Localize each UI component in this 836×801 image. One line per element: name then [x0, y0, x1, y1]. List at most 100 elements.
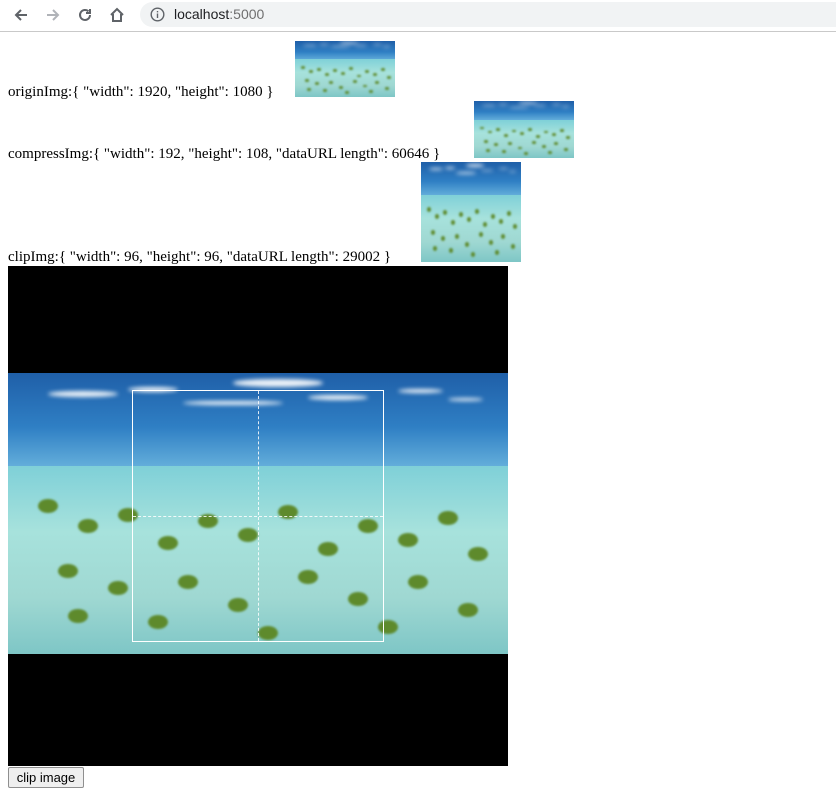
cloud — [330, 46, 350, 48]
forward-arrow-icon — [47, 9, 60, 21]
cloud — [466, 164, 484, 167]
mangrove-sprout — [495, 250, 499, 255]
sky — [474, 101, 574, 121]
mangrove-sprout — [564, 147, 568, 151]
mangrove-sprout — [479, 232, 483, 237]
back-arrow-icon — [14, 9, 27, 21]
home-button[interactable] — [104, 4, 130, 26]
mangrove-sprout — [507, 211, 511, 216]
url-text: localhost:5000 — [174, 6, 264, 22]
mangrove-sprout — [353, 80, 357, 83]
mangrove-sprout — [455, 234, 459, 239]
mangrove-sprout — [536, 135, 540, 139]
clip-img-thumbnail — [421, 162, 521, 262]
cloud — [482, 104, 496, 106]
sky — [421, 162, 521, 197]
mangrove-sprout — [471, 252, 475, 257]
cloud — [233, 378, 323, 387]
cloud — [498, 103, 508, 105]
mangrove-sprout — [441, 236, 445, 241]
home-icon — [110, 7, 124, 22]
cloud — [562, 105, 569, 107]
cloud — [448, 397, 483, 401]
url-host: localhost — [174, 6, 230, 22]
ocean-photo — [474, 101, 574, 158]
mangrove-sprout — [499, 219, 503, 224]
mangrove-sprout — [489, 240, 493, 245]
mangrove-sprout — [501, 234, 505, 239]
sky — [295, 41, 395, 61]
cloud — [355, 45, 367, 47]
mangrove-sprout — [511, 244, 515, 249]
mangrove-sprout — [373, 72, 377, 76]
cloud — [429, 168, 443, 171]
mangrove-sprout — [68, 609, 88, 624]
cloud — [445, 166, 455, 169]
mangrove-sprout — [435, 214, 439, 219]
crop-guide-horizontal — [133, 516, 383, 517]
mangrove-sprout — [431, 230, 435, 235]
mangrove-sprout — [385, 86, 389, 90]
mangrove-sprout — [365, 70, 369, 73]
mangrove-sprout — [341, 71, 345, 75]
compress-img-info: compressImg:{ "width": 192, "height": 10… — [8, 146, 441, 162]
clip-img-info: clipImg:{ "width": 96, "height": 96, "da… — [8, 249, 392, 265]
mangrove-sprout — [323, 89, 327, 92]
mangrove-sprout — [467, 217, 471, 222]
cloud — [48, 390, 118, 397]
mangrove-sprout — [491, 214, 495, 219]
mangrove-sprout — [483, 222, 487, 227]
mangrove-sprout — [484, 139, 488, 143]
mangrove-sprout — [548, 151, 552, 154]
cloud — [456, 171, 476, 174]
mangrove-sprout — [528, 127, 532, 131]
cloud — [373, 44, 382, 45]
mangrove-sprout — [532, 140, 536, 144]
mangrove-sprout — [475, 209, 479, 214]
address-bar[interactable]: localhost:5000 — [140, 2, 836, 27]
mangrove-sprout — [333, 69, 337, 72]
cloud — [303, 44, 317, 46]
compress-img-thumbnail — [474, 101, 574, 158]
cloud — [534, 105, 546, 107]
reload-icon — [79, 8, 91, 21]
ocean-photo-cropped — [421, 162, 521, 262]
ocean-photo — [295, 41, 395, 97]
mangrove-sprout — [449, 248, 453, 253]
mangrove-sprout — [309, 70, 313, 73]
cloud — [383, 45, 390, 47]
cloud — [319, 43, 329, 45]
mangrove-sprout — [433, 246, 437, 251]
mangrove-sprout — [459, 212, 463, 217]
mangrove-sprout — [387, 75, 391, 79]
clip-image-button[interactable]: clip image — [8, 767, 84, 788]
cloud — [552, 104, 561, 105]
cloud — [509, 170, 516, 172]
cloud — [509, 106, 529, 108]
mangrove-sprout — [108, 580, 128, 595]
mangrove-sprout — [443, 210, 447, 215]
browser-toolbar: localhost:5000 — [0, 0, 836, 32]
cloud — [519, 102, 537, 104]
mangrove-sprout — [554, 142, 558, 145]
mangrove-sprout — [560, 128, 564, 132]
crop-selection-box[interactable] — [132, 390, 384, 642]
mangrove-sprout — [465, 242, 469, 247]
back-button[interactable] — [8, 4, 34, 26]
cloud — [481, 169, 493, 172]
url-port: :5000 — [229, 6, 265, 22]
forward-button[interactable] — [40, 4, 66, 26]
mangrove-sprout — [305, 79, 309, 82]
reload-button[interactable] — [72, 4, 98, 26]
mangrove-sprout — [307, 88, 311, 91]
mangrove-sprout — [339, 85, 343, 89]
mangrove-sprout — [427, 207, 431, 212]
mangrove-sprout — [508, 142, 512, 145]
info-icon[interactable] — [150, 7, 165, 22]
mangrove-sprout — [317, 67, 321, 71]
mangrove-sprout — [504, 134, 508, 137]
cloud — [499, 167, 508, 169]
clip-canvas[interactable] — [8, 266, 508, 766]
mangrove-sprout — [502, 150, 506, 153]
mangrove-sprout — [494, 143, 498, 147]
